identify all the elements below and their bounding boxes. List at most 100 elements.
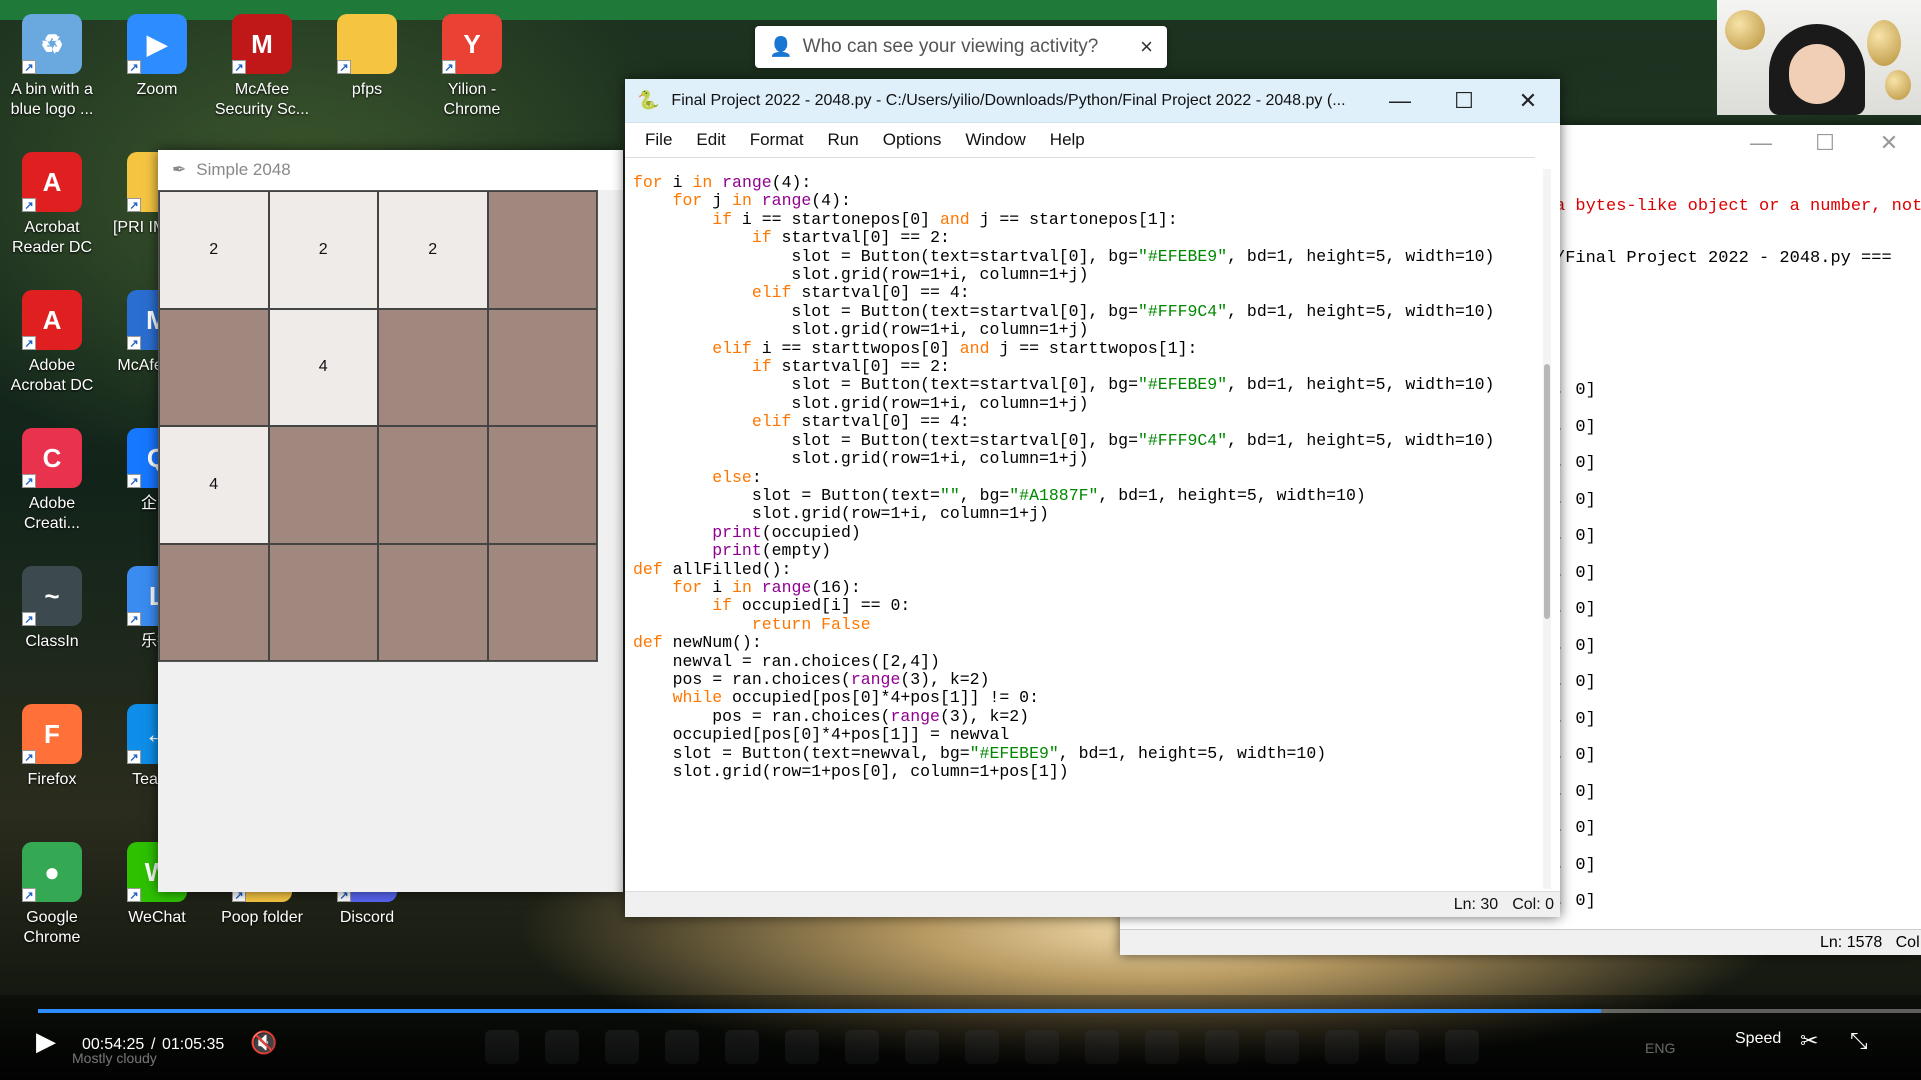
minimize-icon[interactable]: —	[1729, 125, 1793, 161]
desktop-icon-yilion-chrome[interactable]: Y ↗ Yilion - Chrome	[420, 14, 524, 120]
close-icon[interactable]: ✕	[1496, 88, 1560, 114]
acrobat-reader-icon: A ↗	[22, 152, 82, 212]
shortcut-arrow-icon: ↗	[127, 336, 141, 350]
menu-item-help[interactable]: Help	[1038, 130, 1097, 150]
exit-fullscreen-icon[interactable]: ⤡	[1850, 1028, 1868, 1054]
shell-output-line: , 0]	[1555, 600, 1596, 619]
close-icon[interactable]: ×	[1140, 34, 1153, 60]
grid-cell[interactable]: 4	[268, 308, 378, 426]
grid-cell[interactable]	[268, 543, 378, 661]
code-line: if startval[0] == 2:	[751, 357, 950, 377]
desktop-icon-acrobat-reader[interactable]: A ↗ Acrobat Reader DC	[0, 152, 104, 258]
desktop-icon-zoom[interactable]: ▶ ↗ Zoom	[105, 14, 209, 100]
menu-item-file[interactable]: File	[633, 130, 684, 150]
google-chrome-icon: ● ↗	[22, 842, 82, 902]
code-line: slot = Button(text=startval[0], bg="#FFF…	[633, 301, 1495, 321]
menu-item-options[interactable]: Options	[871, 130, 954, 150]
simple-2048-titlebar[interactable]: ✒ Simple 2048	[158, 150, 623, 190]
code-line: def newNum():	[633, 633, 762, 653]
shortcut-arrow-icon: ↗	[22, 60, 36, 74]
shortcut-arrow-icon: ↗	[127, 474, 141, 488]
firefox-icon: F ↗	[22, 704, 82, 764]
python-file-icon: 🐍	[637, 90, 660, 110]
code-line: if startval[0] == 2:	[751, 228, 950, 248]
desktop-icon-adobe-creative[interactable]: C ↗ Adobe Creati...	[0, 428, 104, 534]
code-line: slot = Button(text="", bg="#A1887F", bd=…	[633, 485, 1366, 505]
maximize-icon[interactable]: ☐	[1432, 88, 1496, 114]
menu-item-run[interactable]: Run	[816, 130, 871, 150]
grid-cell[interactable]	[487, 308, 597, 426]
idle-window-title: Final Project 2022 - 2048.py - C:/Users/…	[671, 91, 1346, 109]
idle-titlebar[interactable]: 🐍 Final Project 2022 - 2048.py - C:/User…	[625, 79, 1560, 123]
grid-cell[interactable]	[159, 543, 269, 661]
shortcut-arrow-icon: ↗	[22, 474, 36, 488]
code-line: pos = ran.choices(range(3), k=2)	[633, 706, 1030, 726]
progress-fill	[38, 1009, 1601, 1013]
scrollbar-thumb[interactable]	[1544, 364, 1550, 619]
grid-cell[interactable]: 4	[159, 426, 269, 544]
video-progress-bar[interactable]	[38, 1009, 1921, 1013]
menu-item-window[interactable]: Window	[953, 130, 1037, 150]
editor-scrollbar[interactable]	[1543, 169, 1551, 889]
mute-icon[interactable]: 🔇	[250, 1030, 277, 1056]
shell-error-text: a bytes-like object or a number, not	[1555, 197, 1921, 216]
desktop-icon-label: Adobe Creati...	[23, 495, 80, 532]
grid-cell[interactable]	[378, 543, 488, 661]
code-editor[interactable]: for i in range(4): for j in range(4): if…	[625, 157, 1535, 893]
pfps-folder-icon: ↗	[337, 14, 397, 74]
grid-cell[interactable]	[378, 308, 488, 426]
grid-cell[interactable]	[378, 426, 488, 544]
shortcut-arrow-icon: ↗	[22, 888, 36, 902]
desktop-icon-firefox[interactable]: F ↗ Firefox	[0, 704, 104, 790]
grid-cell[interactable]: 2	[268, 191, 378, 309]
shortcut-arrow-icon: ↗	[127, 750, 141, 764]
total-time: 01:05:35	[162, 1036, 225, 1053]
shell-status-col: Col	[1895, 934, 1920, 951]
scissors-icon[interactable]: ✂	[1800, 1028, 1818, 1054]
minimize-icon[interactable]: —	[1368, 88, 1432, 114]
shell-output-line: , 0]	[1555, 636, 1596, 656]
shell-output-line: , 0]	[1555, 709, 1596, 729]
menu-item-format[interactable]: Format	[738, 130, 816, 150]
menu-item-edit[interactable]: Edit	[684, 130, 737, 150]
code-line: elif startval[0] == 4:	[751, 412, 970, 432]
grid-cell[interactable]	[487, 191, 597, 309]
zoom-icon: ▶ ↗	[127, 14, 187, 74]
desktop-icon-recycle-bin[interactable]: ♻ ↗ A bin with a blue logo ...	[0, 14, 104, 120]
code-line: slot = Button(text=startval[0], bg="#EFE…	[633, 246, 1495, 266]
shortcut-arrow-icon: ↗	[22, 336, 36, 350]
grid-cell[interactable]	[159, 308, 269, 426]
desktop-icon-adobe-acrobat[interactable]: A ↗ Adobe Acrobat DC	[0, 290, 104, 396]
grid-cell[interactable]	[487, 543, 597, 661]
code-line: newval = ran.choices([2,4])	[633, 651, 940, 671]
feather-icon: ✒	[172, 160, 187, 179]
desktop-icon-classin[interactable]: ~ ↗ ClassIn	[0, 566, 104, 652]
code-line: pos = ran.choices(range(3), k=2)	[633, 669, 990, 689]
game-grid: 22244	[158, 190, 598, 662]
speed-button[interactable]: Speed	[1735, 1030, 1781, 1048]
shortcut-arrow-icon: ↗	[22, 612, 36, 626]
mcafee-security-icon: M ↗	[232, 14, 292, 74]
desktop-icon-label: WeChat	[128, 909, 186, 926]
grid-cell[interactable]: 2	[378, 191, 488, 309]
grid-cell[interactable]	[268, 426, 378, 544]
shell-output-line: , 0]	[1555, 819, 1596, 838]
yilion-chrome-icon: Y ↗	[442, 14, 502, 74]
close-icon[interactable]: ✕	[1857, 125, 1921, 161]
code-line: for j in range(4):	[672, 191, 851, 211]
shell-output-line: , 0]	[1555, 381, 1596, 400]
classin-icon: ~ ↗	[22, 566, 82, 626]
desktop-icon-label: ClassIn	[25, 633, 79, 650]
maximize-icon[interactable]: ☐	[1793, 125, 1857, 161]
play-icon[interactable]: ▶	[36, 1026, 56, 1057]
shell-status-bar: Ln: 1578 Col	[1120, 929, 1921, 955]
shell-output-line: , 0]	[1555, 490, 1596, 510]
viewing-activity-banner[interactable]: 👤 Who can see your viewing activity? ×	[755, 26, 1167, 68]
code-line: def allFilled():	[633, 559, 792, 579]
grid-cell[interactable]: 2	[159, 191, 269, 309]
desktop-icon-pfps-folder[interactable]: ↗ pfps	[315, 14, 419, 100]
grid-cell[interactable]	[487, 426, 597, 544]
idle-status-bar: Ln: 30 Col: 0	[625, 891, 1560, 917]
desktop-icon-google-chrome[interactable]: ● ↗ Google Chrome	[0, 842, 104, 948]
desktop-icon-mcafee-security[interactable]: M ↗ McAfee Security Sc...	[210, 14, 314, 120]
